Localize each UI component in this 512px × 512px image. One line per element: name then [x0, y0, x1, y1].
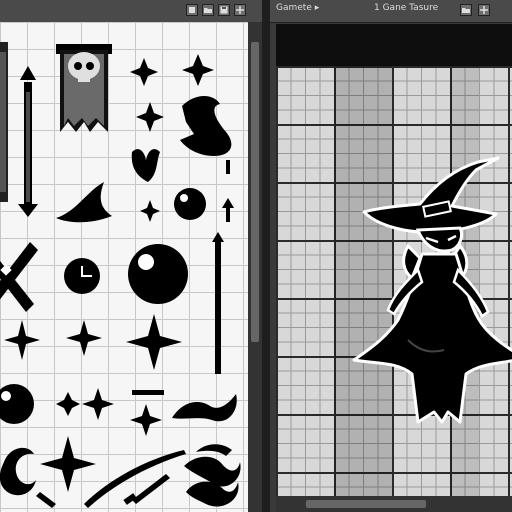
wave-sprite — [172, 394, 241, 487]
folder-icon[interactable] — [202, 4, 214, 16]
banner-skull-sprite — [56, 44, 112, 132]
grid-icon[interactable] — [478, 4, 490, 16]
save-icon[interactable] — [218, 4, 230, 16]
editor-header-band — [276, 24, 512, 66]
right-titlebar: Gamete ▸ 1 Gane Tasure — [270, 0, 512, 23]
arrow-sprite — [222, 160, 234, 222]
pane-divider[interactable] — [262, 0, 270, 512]
left-titlebar — [0, 0, 262, 23]
sprite-sheet-window — [0, 0, 262, 512]
tile-editor-window: Gamete ▸ 1 Gane Tasure — [270, 0, 512, 512]
bomb-sprite — [174, 188, 206, 220]
claw-sprite — [131, 149, 160, 182]
right-horizontal-scrollbar[interactable] — [276, 496, 512, 512]
folder-icon[interactable] — [460, 4, 472, 16]
dash-sprite — [132, 390, 164, 395]
clock-sprite — [64, 258, 100, 294]
left-vertical-scrollbar[interactable] — [248, 22, 262, 512]
sprite-sheet-art — [0, 42, 241, 508]
grid-icon[interactable] — [234, 4, 246, 16]
crossed-swords-sprite — [0, 242, 38, 312]
layers-icon[interactable] — [186, 4, 198, 16]
right-scroll-thumb[interactable] — [306, 500, 426, 508]
long-sword-sprite — [36, 450, 186, 508]
witch-character-sprite — [352, 156, 512, 424]
staff-sprite — [212, 232, 224, 374]
sword-sprite — [18, 66, 38, 217]
sprite-sheet-canvas[interactable] — [0, 22, 248, 512]
bomb-small-sprite — [0, 384, 34, 424]
right-window-subtitle: 1 Gane Tasure — [374, 3, 439, 13]
right-window-title: Gamete ▸ — [276, 3, 320, 13]
left-scroll-thumb[interactable] — [251, 42, 259, 342]
pillar-sprite — [0, 42, 8, 202]
orb-sprite — [128, 244, 188, 304]
